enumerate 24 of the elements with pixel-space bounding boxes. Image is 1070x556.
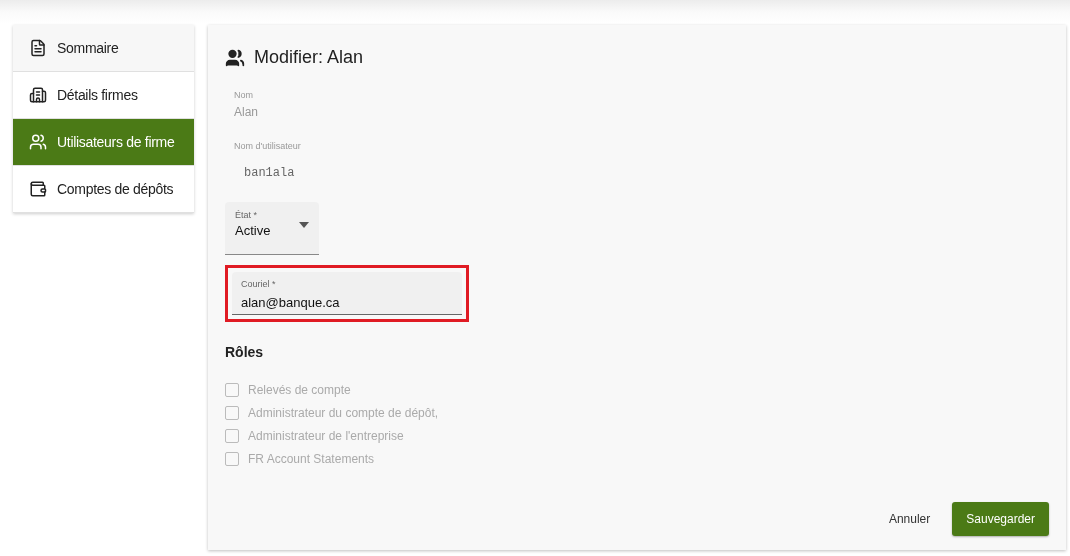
field-value: Alan — [234, 105, 260, 119]
field-label: Nom d'utilisateur — [234, 141, 302, 151]
people-icon — [29, 133, 47, 151]
cancel-button[interactable]: Annuler — [878, 502, 941, 536]
dropdown-caret-icon — [299, 222, 309, 228]
wallet-icon — [29, 180, 47, 198]
sidebar-item[interactable]: Comptes de dépôts — [13, 166, 194, 213]
sidebar-item[interactable]: Utilisateurs de firme — [13, 119, 194, 166]
checkbox[interactable] — [225, 451, 239, 466]
people-icon — [225, 47, 245, 68]
field-label: Nom — [234, 90, 254, 100]
document-icon — [29, 39, 47, 57]
checkbox[interactable] — [225, 405, 239, 420]
sidebar-item[interactable]: Sommaire — [13, 25, 194, 72]
section-heading: Rôles — [225, 344, 265, 360]
checkbox[interactable] — [225, 382, 239, 397]
email-field[interactable]: Couriel * alan@banque.ca — [232, 272, 462, 315]
status-select[interactable]: État * Active — [225, 202, 319, 255]
building-icon — [29, 86, 47, 104]
form-title: Modifier: Alan — [254, 47, 364, 68]
field-value: ban1ala — [243, 165, 296, 180]
checkbox[interactable] — [225, 428, 239, 443]
save-button[interactable]: Sauvegarder — [952, 502, 1049, 536]
sidebar-item[interactable]: Détails firmes — [13, 72, 194, 119]
